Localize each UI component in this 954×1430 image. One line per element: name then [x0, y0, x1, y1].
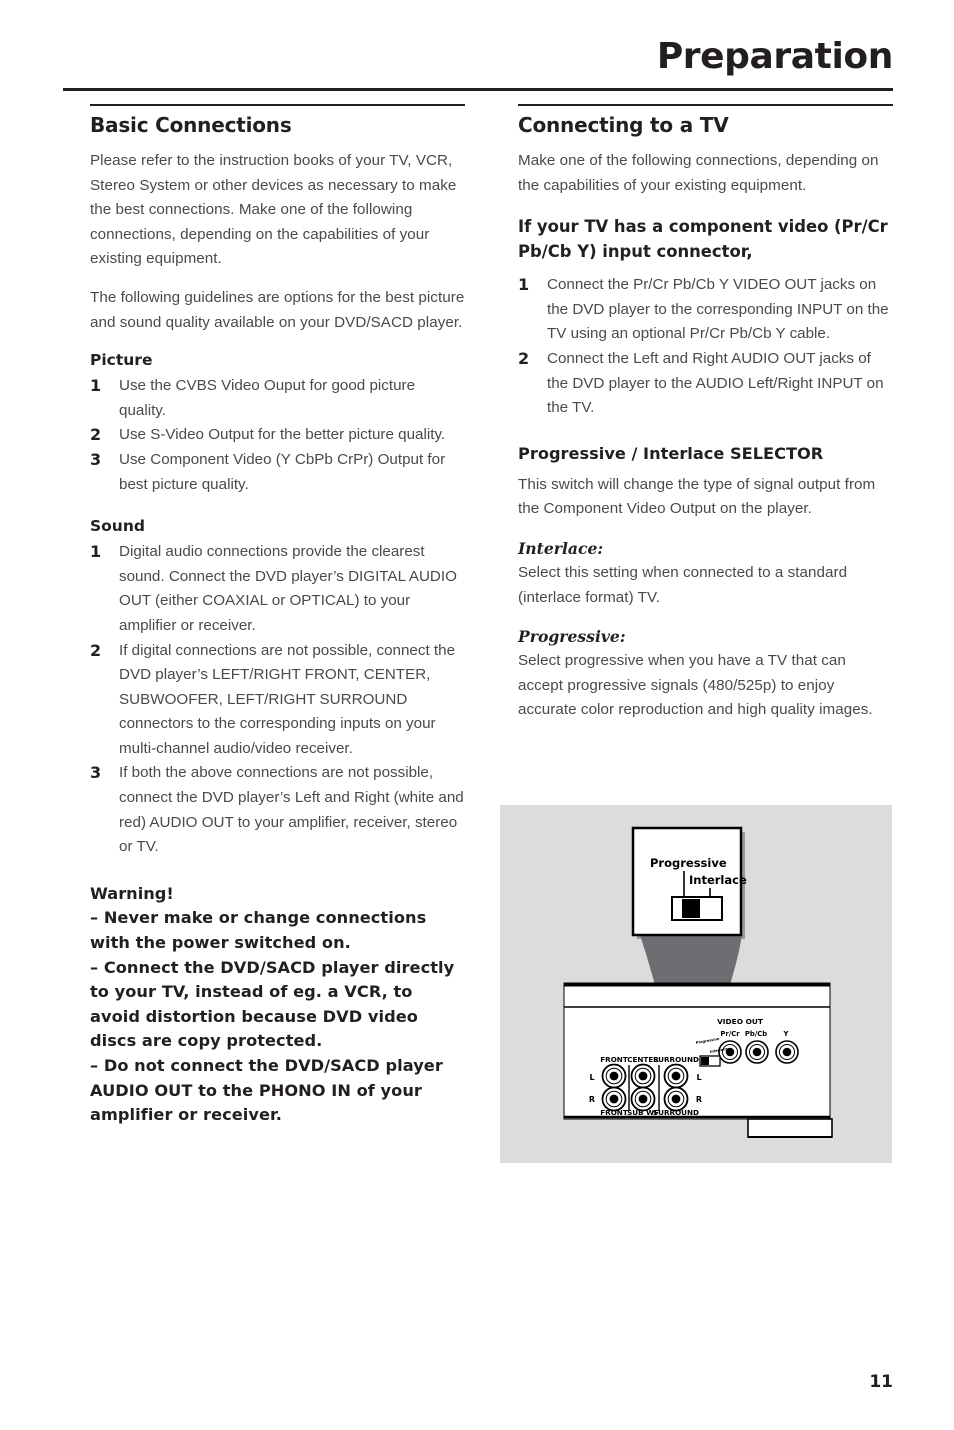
audio-label-front-bottom: FRONT [600, 1108, 628, 1117]
left-column: Basic Connections Please refer to the in… [90, 104, 465, 1128]
list-item: 1 Digital audio connections provide the … [90, 540, 465, 638]
panel-foot-tab [747, 1118, 833, 1138]
right-column: Connecting to a TV Make one of the follo… [518, 104, 893, 737]
list-item: 1 Connect the Pr/Cr Pb/Cb Y VIDEO OUT ja… [518, 273, 893, 347]
basic-connections-intro-2: The following guidelines are options for… [90, 288, 465, 331]
channel-label-right-top: L [696, 1073, 701, 1082]
list-text: If both the above connections are not po… [119, 764, 464, 856]
jack-label-pbcb: Pb/Cb [745, 1030, 767, 1038]
list-number: 2 [90, 640, 102, 660]
callout-interlace-label: Interlace [689, 873, 747, 887]
basic-connections-intro-1: Please refer to the instruction books of… [90, 152, 457, 268]
heading-interlace: Interlace: [518, 538, 604, 558]
warning-line-3: – Do not connect the DVD/SACD player AUD… [90, 1056, 443, 1125]
list-text: If digital connections are not possible,… [119, 641, 456, 757]
subheading-picture: Picture [90, 351, 153, 370]
warning-heading: Warning! [90, 883, 174, 903]
rca-jack-front-left [601, 1063, 627, 1089]
rca-jack-center [630, 1063, 656, 1089]
connection-diagram: Progressive Interlace VIDEO OUT Pr/Cr Pb… [500, 805, 892, 1163]
header-divider [63, 88, 893, 91]
connecting-intro: Make one of the following connections, d… [518, 152, 879, 194]
list-text: Connect the Left and Right AUDIO OUT jac… [547, 349, 884, 417]
list-item: 2 Connect the Left and Right AUDIO OUT j… [518, 347, 893, 421]
jack-label-prcr: Pr/Cr [720, 1030, 740, 1038]
list-text: Use S-Video Output for the better pictur… [119, 426, 446, 444]
rca-jack-pbcb [745, 1040, 769, 1064]
jack-label-y: Y [783, 1030, 789, 1038]
list-number: 2 [90, 425, 102, 445]
panel-switch-slider [701, 1057, 709, 1065]
heading-progressive: Progressive: [518, 627, 626, 647]
subheading-sound: Sound [90, 517, 145, 536]
audio-label-surround-bottom: SURROUND [653, 1108, 699, 1117]
sound-list: 1 Digital audio connections provide the … [90, 540, 465, 860]
subheading-progressive-interlace-selector: Progressive / Interlace SELECTOR [518, 443, 824, 463]
list-number: 2 [518, 348, 530, 368]
interlace-description: Select this setting when connected to a … [518, 563, 848, 606]
list-item: 3 Use Component Video (Y CbPb CrPr) Outp… [90, 448, 465, 497]
progressive-description: Select progressive when you have a TV th… [518, 652, 873, 719]
selector-description: This switch will change the type of sign… [518, 475, 876, 518]
rca-jack-surround-left [663, 1063, 689, 1089]
list-number: 3 [90, 449, 102, 469]
left-section-divider [90, 104, 465, 106]
list-number: 1 [90, 376, 102, 396]
section-title-connecting-to-a-tv: Connecting to a TV [518, 113, 729, 137]
list-text: Use Component Video (Y CbPb CrPr) Output… [119, 450, 446, 493]
subheading-component-video: If your TV has a component video (Pr/Cr … [518, 217, 888, 262]
page-title: Preparation [656, 36, 894, 77]
list-number: 1 [90, 542, 102, 562]
page-number: 11 [869, 1372, 893, 1392]
list-item: 1 Use the CVBS Video Ouput for good pict… [90, 374, 465, 423]
rca-jack-y [775, 1040, 799, 1064]
audio-label-front-top: FRONT [600, 1055, 628, 1064]
warning-line-1: – Never make or change connections with … [90, 908, 427, 953]
list-item: 2 Use S-Video Output for the better pict… [90, 423, 465, 448]
picture-list: 1 Use the CVBS Video Ouput for good pict… [90, 374, 465, 497]
rca-jack-prcr [718, 1040, 742, 1064]
audio-label-surround-top: SURROUND [653, 1055, 699, 1064]
list-text: Connect the Pr/Cr Pb/Cb Y VIDEO OUT jack… [547, 276, 889, 343]
channel-label-right-bottom: R [696, 1095, 702, 1104]
list-item: 3 If both the above connections are not … [90, 761, 465, 859]
list-number: 1 [518, 275, 530, 295]
list-text: Use the CVBS Video Ouput for good pictur… [119, 377, 416, 419]
right-section-divider [518, 104, 893, 106]
warning-line-2: – Connect the DVD/SACD player directly t… [90, 957, 455, 1051]
channel-label-left-bottom: R [589, 1095, 595, 1104]
component-video-list: 1 Connect the Pr/Cr Pb/Cb Y VIDEO OUT ja… [518, 273, 893, 421]
callout-progressive-label: Progressive [650, 856, 727, 870]
list-text: Digital audio connections provide the cl… [119, 543, 457, 634]
channel-label-left-top: L [589, 1073, 594, 1082]
list-item: 2 If digital connections are not possibl… [90, 639, 465, 762]
callout-switch-slider [682, 899, 700, 918]
video-out-group-label: VIDEO OUT [717, 1017, 763, 1026]
list-number: 3 [90, 763, 102, 783]
section-title-basic-connections: Basic Connections [90, 113, 292, 137]
